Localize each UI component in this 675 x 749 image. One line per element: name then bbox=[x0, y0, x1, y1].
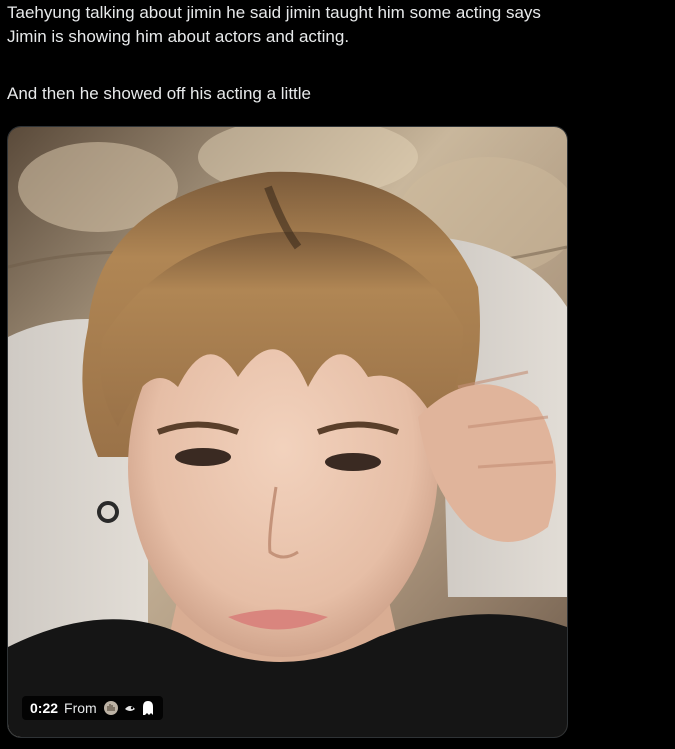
tweet-text: Taehyung talking about jimin he said jim… bbox=[7, 1, 671, 106]
video-player[interactable]: 0:22 From bbox=[7, 126, 568, 738]
video-source-avatar[interactable] bbox=[103, 700, 155, 716]
video-source-label: From bbox=[64, 700, 97, 716]
ghost-emoji-icon bbox=[142, 701, 153, 715]
bird-emoji-icon bbox=[124, 706, 135, 711]
video-frame-thumbnail bbox=[8, 127, 567, 737]
tweet-text-line-3: And then he showed off his acting a litt… bbox=[7, 84, 311, 103]
tweet-text-line-1: Taehyung talking about jimin he said jim… bbox=[7, 3, 541, 22]
video-duration-badge: 0:22 From bbox=[22, 696, 163, 720]
tweet-text-line-2: Jimin is showing him about actors and ac… bbox=[7, 27, 350, 46]
video-duration: 0:22 bbox=[30, 700, 59, 716]
hand-emoji-icon bbox=[103, 701, 118, 715]
